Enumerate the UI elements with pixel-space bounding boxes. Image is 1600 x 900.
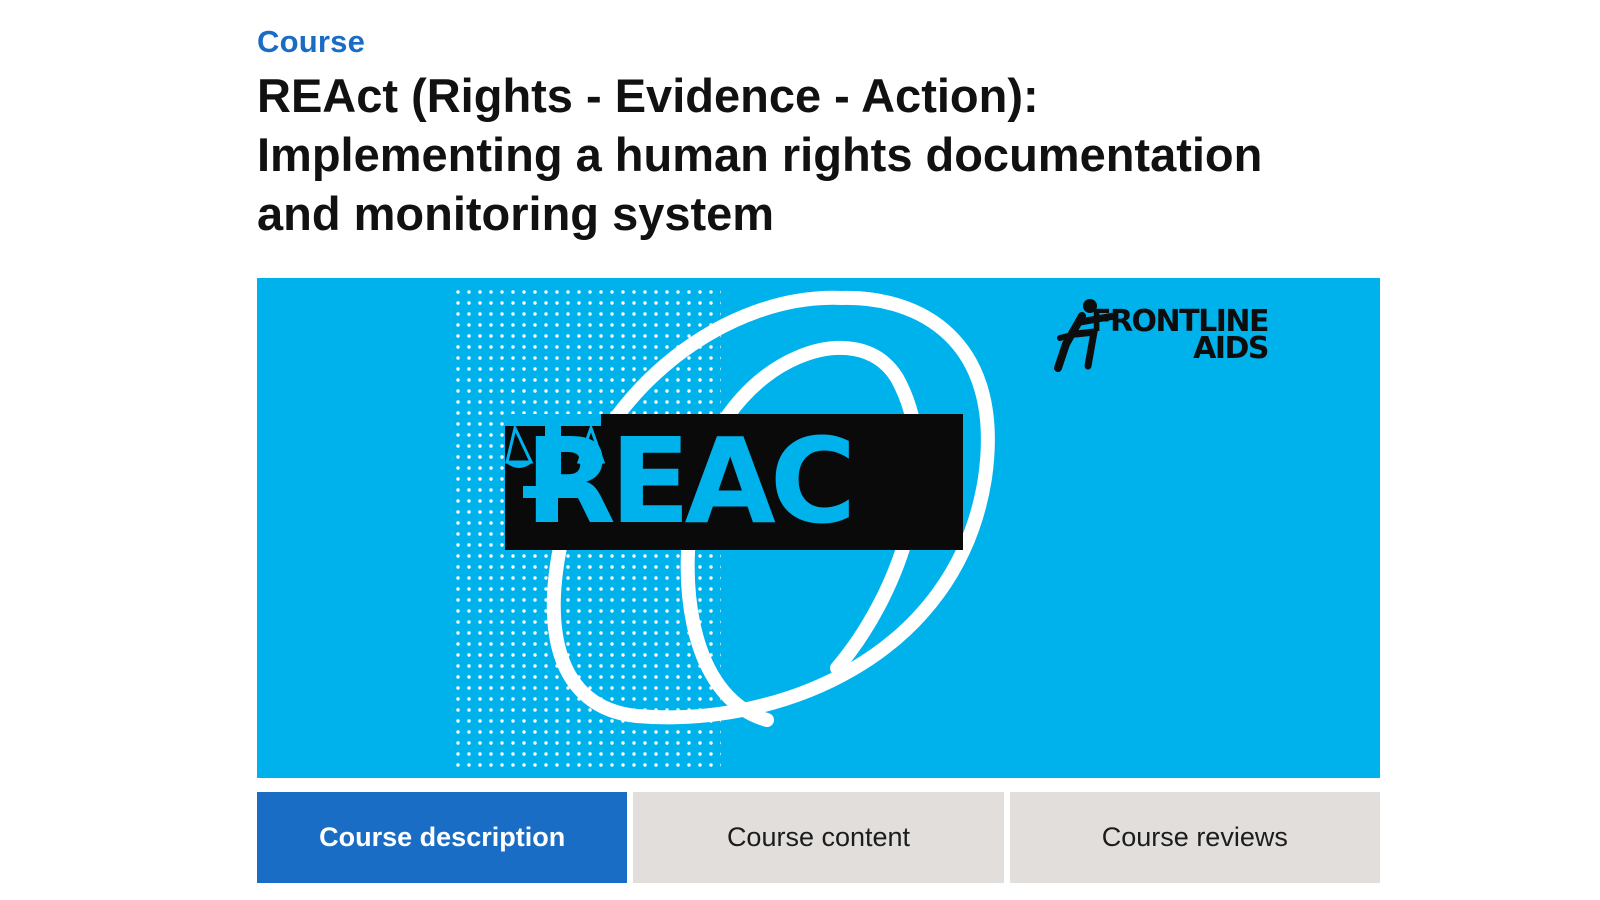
tab-label: Course description bbox=[319, 822, 566, 852]
frontline-aids-logo: FRONTLINE AIDS bbox=[1054, 298, 1334, 378]
course-title-line-1: REAct (Rights - Evidence - Action): bbox=[257, 69, 1039, 122]
course-title-line-2: Implementing a human rights documentatio… bbox=[257, 128, 1263, 181]
course-title-line-3: and monitoring system bbox=[257, 187, 775, 240]
tab-course-description[interactable]: Course description bbox=[257, 792, 628, 883]
scales-of-justice-icon bbox=[505, 414, 605, 498]
course-page: Course REAct (Rights - Evidence - Action… bbox=[0, 0, 1600, 900]
tab-course-reviews[interactable]: Course reviews bbox=[1009, 792, 1380, 883]
course-title: REAct (Rights - Evidence - Action): Impl… bbox=[257, 66, 1387, 243]
course-tabs: Course description Course content Course… bbox=[257, 792, 1380, 883]
tab-label: Course content bbox=[726, 822, 911, 852]
tab-label: Course reviews bbox=[1101, 822, 1288, 852]
content-type-label: Course bbox=[257, 24, 366, 59]
tab-course-content[interactable]: Course content bbox=[633, 792, 1004, 883]
runner-figure-icon bbox=[1054, 299, 1118, 372]
course-hero-image: REAC FRONTLINE AIDS bbox=[257, 278, 1380, 778]
react-wordmark-box: REAC bbox=[505, 414, 963, 550]
